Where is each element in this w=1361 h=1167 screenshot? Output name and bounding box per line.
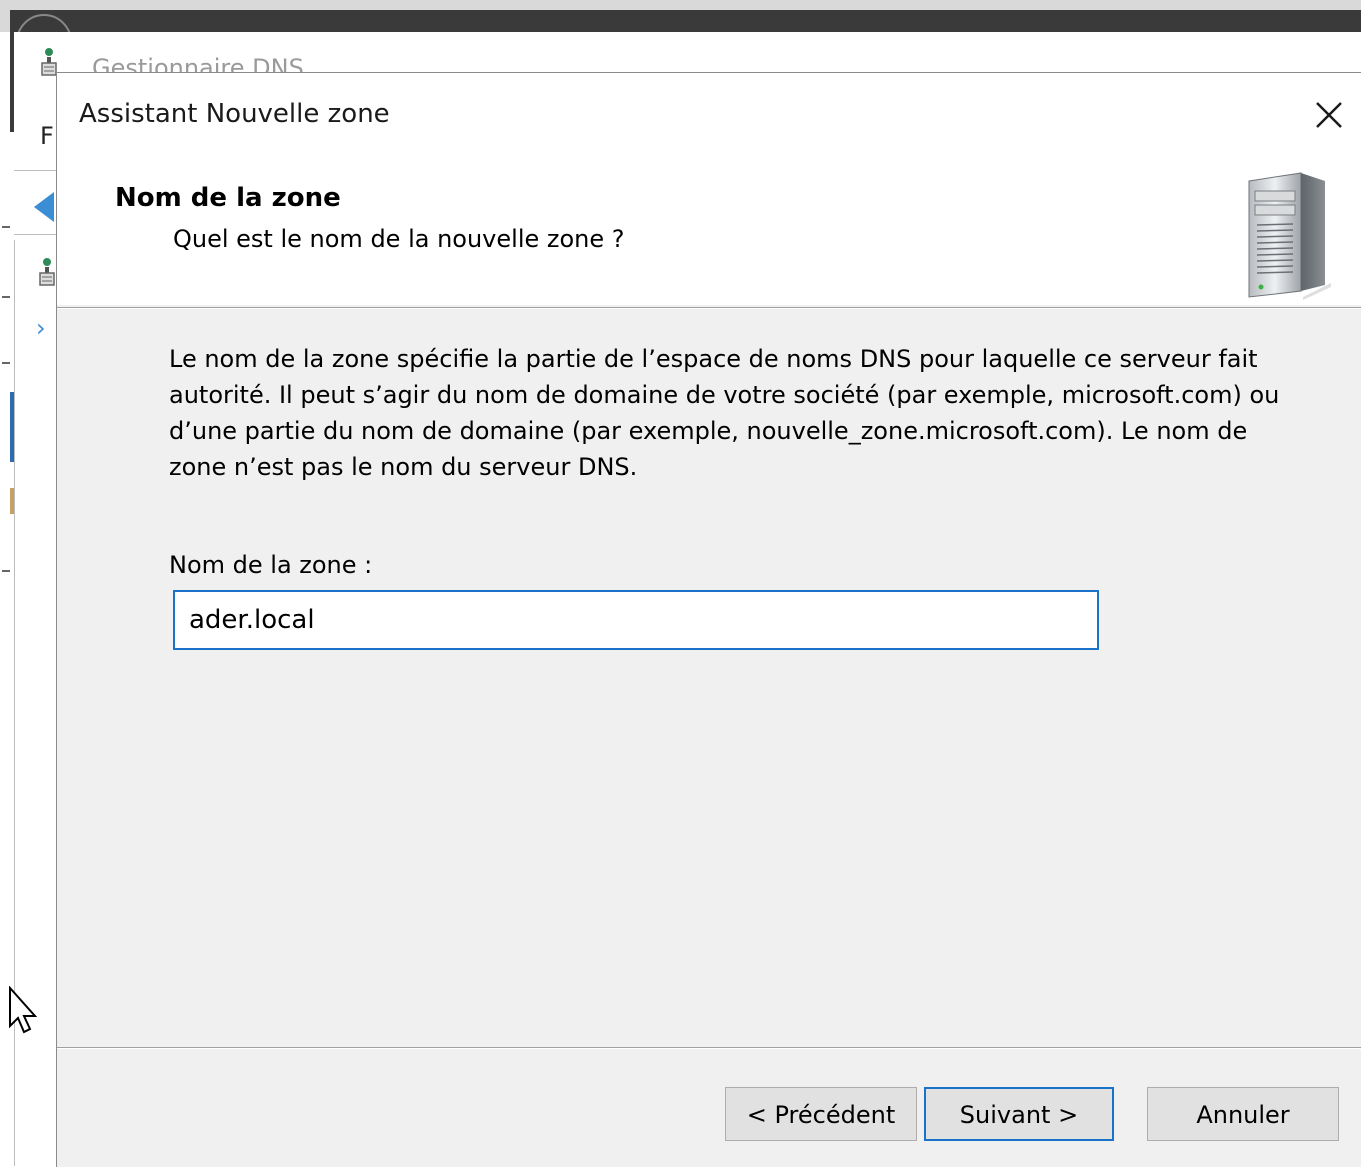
header-separator-highlight — [57, 308, 1361, 309]
dialog-title: Assistant Nouvelle zone — [79, 99, 390, 129]
cancel-button[interactable]: Annuler — [1147, 1087, 1339, 1141]
new-zone-wizard-dialog: Assistant Nouvelle zone Nom de la zone Q… — [56, 72, 1361, 1167]
background-tick — [2, 226, 10, 228]
mouse-cursor-icon — [9, 986, 38, 1034]
close-icon[interactable] — [1311, 97, 1347, 133]
background-tick — [2, 296, 10, 298]
background-divider — [14, 234, 58, 235]
page-subtitle: Quel est le nom de la nouvelle zone ? — [173, 225, 625, 253]
background-title-strip — [10, 10, 1361, 32]
chevron-right-icon[interactable]: › — [36, 314, 46, 342]
zone-description: Le nom de la zone spécifie la partie de … — [169, 345, 1280, 481]
background-tick — [2, 570, 10, 572]
back-button[interactable]: < Précédent — [725, 1087, 917, 1141]
dns-server-icon — [41, 48, 57, 76]
zone-name-label: Nom de la zone : — [169, 551, 373, 579]
background-divider — [14, 170, 58, 171]
page-title: Nom de la zone — [115, 183, 341, 213]
zone-name-input[interactable] — [173, 590, 1099, 650]
back-arrow-icon[interactable] — [30, 190, 56, 224]
dns-server-icon[interactable] — [36, 256, 56, 296]
server-icon — [1248, 172, 1331, 300]
next-button[interactable]: Suivant > — [924, 1087, 1114, 1141]
background-menu-file[interactable]: F — [40, 122, 54, 150]
background-window-edge — [10, 32, 14, 132]
footer-separator-highlight — [57, 1048, 1361, 1049]
background-tick — [2, 362, 10, 364]
